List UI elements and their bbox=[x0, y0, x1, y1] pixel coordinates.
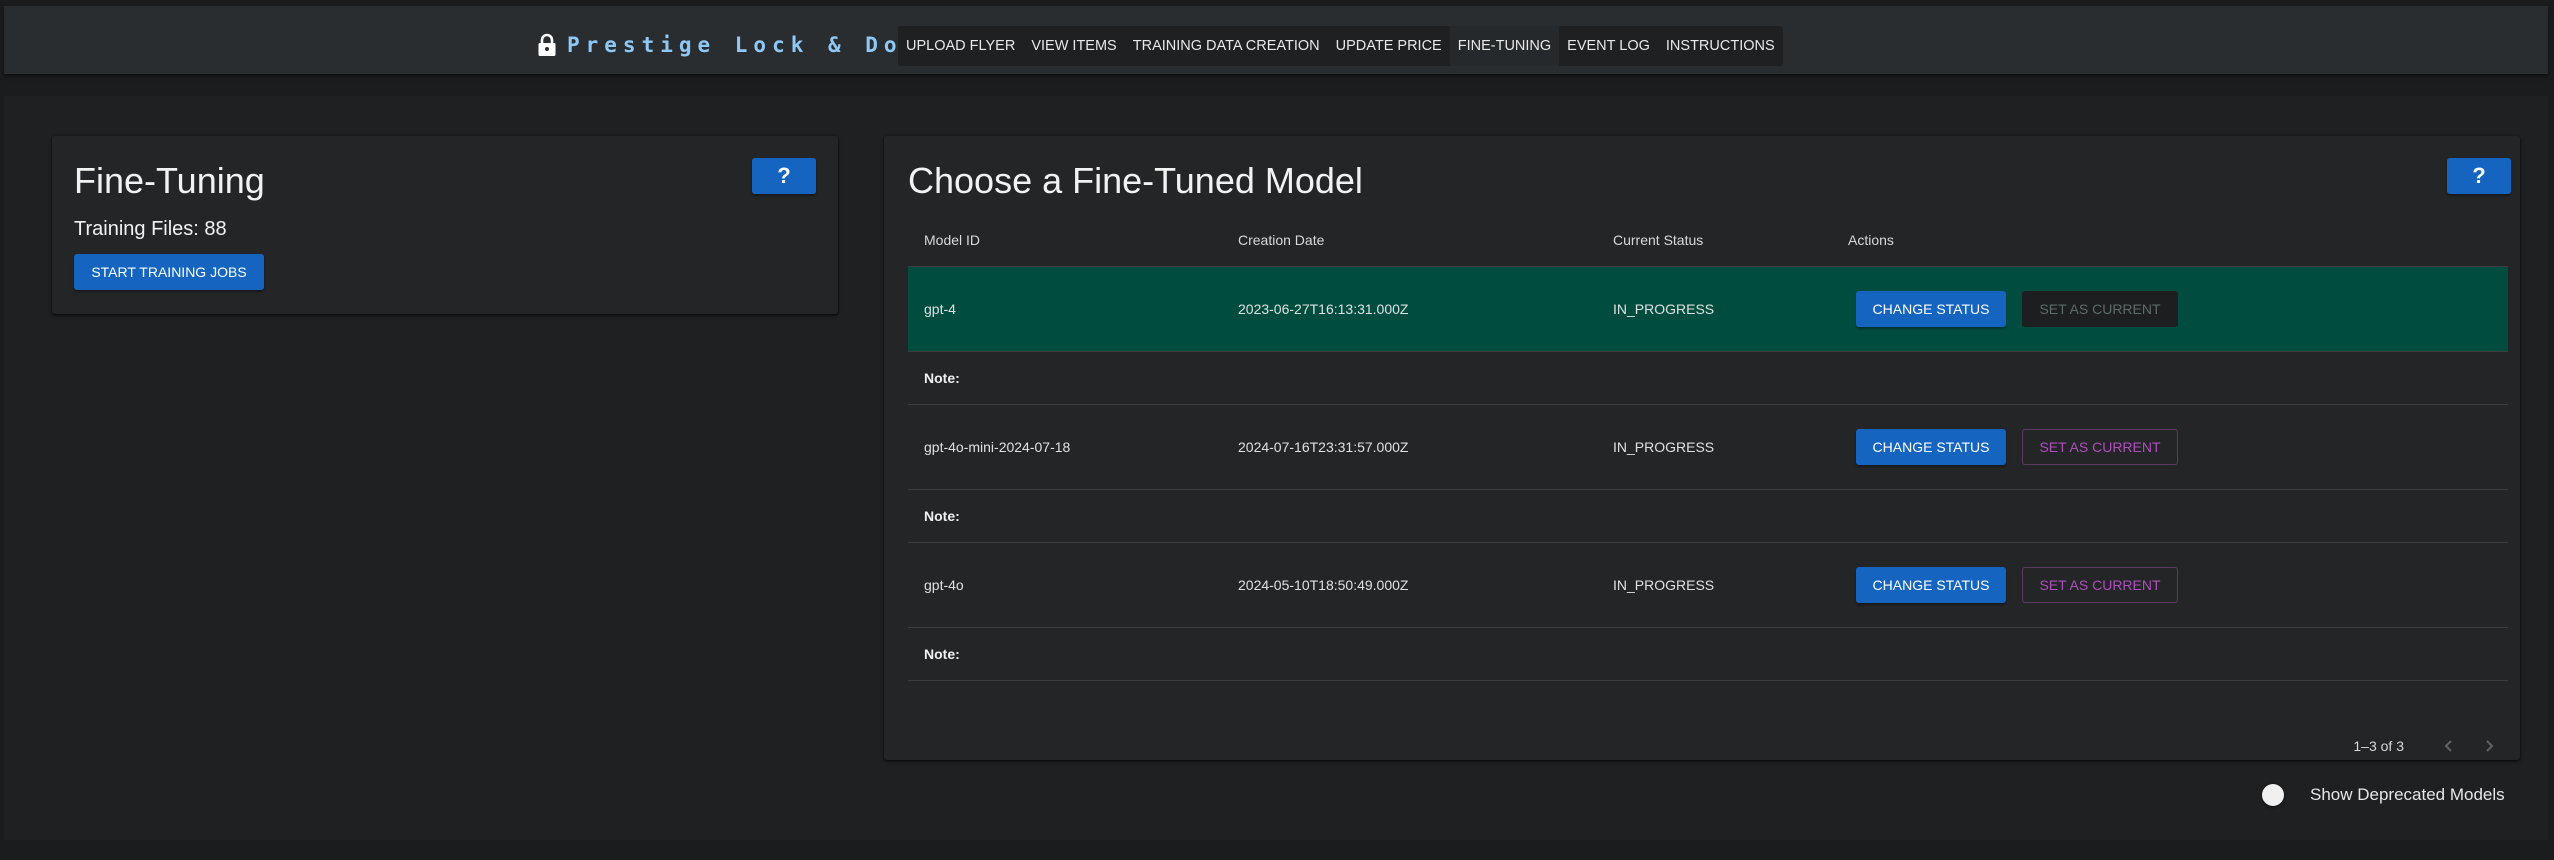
nav-update-price[interactable]: UPDATE PRICE bbox=[1328, 26, 1450, 66]
nav-fine-tuning[interactable]: FINE-TUNING bbox=[1449, 26, 1560, 66]
nav-instructions[interactable]: INSTRUCTIONS bbox=[1658, 26, 1783, 66]
pagination-range: 1–3 of 3 bbox=[2353, 738, 2404, 754]
lock-icon bbox=[538, 33, 556, 56]
table-row[interactable]: gpt-4 2023-06-27T16:13:31.000Z IN_PROGRE… bbox=[908, 267, 2508, 352]
current-status: IN_PROGRESS bbox=[1613, 439, 1715, 455]
app-bar: Prestige Lock & Door UPLOAD FLYER VIEW I… bbox=[4, 6, 2548, 74]
table-header: Model ID Creation Date Current Status Ac… bbox=[908, 214, 2508, 267]
change-status-button[interactable]: CHANGE STATUS bbox=[1856, 291, 2006, 327]
main-content: Fine-Tuning ? Training Files: 88 START T… bbox=[4, 96, 2548, 840]
current-status: IN_PROGRESS bbox=[1613, 301, 1715, 317]
fine-tuning-help-button[interactable]: ? bbox=[752, 158, 816, 194]
set-as-current-button[interactable]: SET AS CURRENT bbox=[2022, 429, 2178, 465]
nav-view-items[interactable]: VIEW ITEMS bbox=[1023, 26, 1124, 66]
models-help-button[interactable]: ? bbox=[2447, 158, 2511, 194]
note-label: Note: bbox=[924, 646, 960, 662]
deprecated-toggle-switch[interactable] bbox=[2262, 784, 2284, 806]
brand-title: Prestige Lock & Door bbox=[567, 33, 940, 57]
model-id: gpt-4o bbox=[924, 577, 964, 593]
column-header-model-id[interactable]: Model ID bbox=[908, 232, 1238, 248]
note-row: Note: bbox=[908, 628, 2508, 681]
nav-upload-flyer[interactable]: UPLOAD FLYER bbox=[898, 26, 1023, 66]
current-status: IN_PROGRESS bbox=[1613, 577, 1715, 593]
table-pagination: 1–3 of 3 bbox=[2353, 734, 2496, 758]
models-card: Choose a Fine-Tuned Model ? Model ID Cre… bbox=[884, 136, 2520, 760]
fine-tuning-card: Fine-Tuning ? Training Files: 88 START T… bbox=[52, 136, 838, 314]
model-id: gpt-4o-mini-2024-07-18 bbox=[924, 439, 1071, 455]
table-row[interactable]: gpt-4o-mini-2024-07-18 2024-07-16T23:31:… bbox=[908, 405, 2508, 490]
column-header-actions: Actions bbox=[1848, 232, 1894, 248]
column-header-current-status[interactable]: Current Status bbox=[1613, 232, 1848, 248]
note-row: Note: bbox=[908, 352, 2508, 405]
change-status-button[interactable]: CHANGE STATUS bbox=[1856, 567, 2006, 603]
training-files-count: Training Files: 88 bbox=[74, 218, 227, 240]
chevron-right-icon[interactable] bbox=[2482, 739, 2496, 753]
creation-date: 2024-07-16T23:31:57.000Z bbox=[1238, 439, 1409, 455]
nav-training-data-creation[interactable]: TRAINING DATA CREATION bbox=[1125, 26, 1328, 66]
creation-date: 2023-06-27T16:13:31.000Z bbox=[1238, 301, 1409, 317]
table-row[interactable]: gpt-4o 2024-05-10T18:50:49.000Z IN_PROGR… bbox=[908, 543, 2508, 628]
column-header-creation-date[interactable]: Creation Date bbox=[1238, 232, 1613, 248]
change-status-button[interactable]: CHANGE STATUS bbox=[1856, 429, 2006, 465]
models-table: Model ID Creation Date Current Status Ac… bbox=[908, 214, 2508, 681]
set-as-current-button[interactable]: SET AS CURRENT bbox=[2022, 567, 2178, 603]
row-actions: CHANGE STATUS SET AS CURRENT bbox=[1848, 567, 2178, 603]
start-training-jobs-button[interactable]: START TRAINING JOBS bbox=[74, 254, 264, 290]
models-title: Choose a Fine-Tuned Model bbox=[908, 160, 1363, 201]
nav-event-log[interactable]: EVENT LOG bbox=[1559, 26, 1658, 66]
chevron-left-icon[interactable] bbox=[2442, 739, 2456, 753]
main-nav: UPLOAD FLYER VIEW ITEMS TRAINING DATA CR… bbox=[898, 26, 1783, 66]
brand[interactable]: Prestige Lock & Door bbox=[537, 28, 940, 62]
creation-date: 2024-05-10T18:50:49.000Z bbox=[1238, 577, 1409, 593]
row-actions: CHANGE STATUS SET AS CURRENT bbox=[1848, 291, 2178, 327]
deprecated-toggle-label: Show Deprecated Models bbox=[2310, 785, 2505, 804]
note-row: Note: bbox=[908, 490, 2508, 543]
model-id: gpt-4 bbox=[924, 301, 956, 317]
note-label: Note: bbox=[924, 508, 960, 524]
row-actions: CHANGE STATUS SET AS CURRENT bbox=[1848, 429, 2178, 465]
set-as-current-button: SET AS CURRENT bbox=[2022, 291, 2178, 327]
deprecated-toggle: Show Deprecated Models bbox=[2262, 784, 2505, 806]
note-label: Note: bbox=[924, 370, 960, 386]
fine-tuning-title: Fine-Tuning bbox=[74, 160, 265, 201]
